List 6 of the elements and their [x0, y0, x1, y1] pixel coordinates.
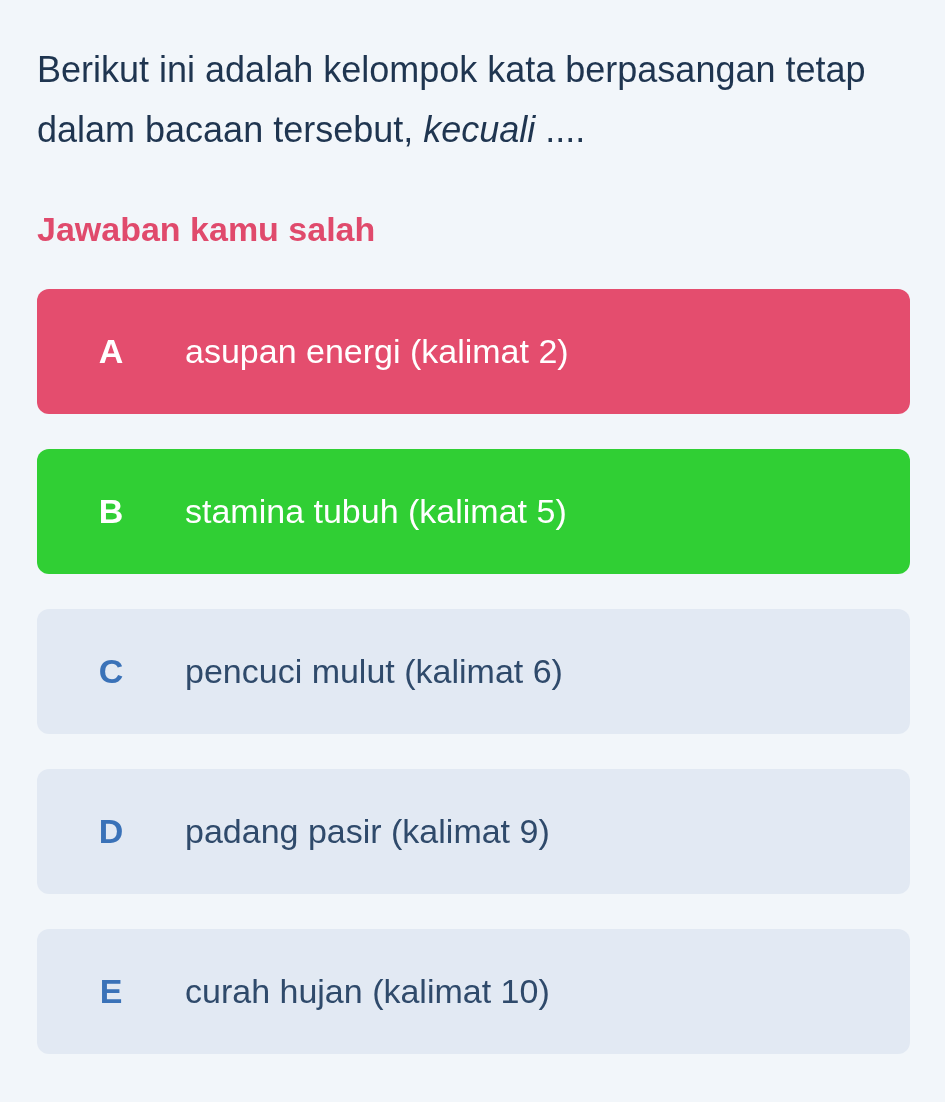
- question-text: Berikut ini adalah kelompok kata berpasangan tetap dalam bacaan tersebut, kecuali ....: [37, 48, 867, 152]
- answer-option[interactable]: A asupan energi (kalimat 2): [37, 289, 910, 414]
- answer-option[interactable]: D padang pasir (kalimat 9): [37, 769, 910, 894]
- answer-option[interactable]: C pencuci mulut (kalimat 6): [37, 609, 910, 734]
- feedback-text: Jawaban kamu salah: [37, 210, 377, 249]
- answer-option[interactable]: E curah hujan (kalimat 10): [37, 929, 910, 1054]
